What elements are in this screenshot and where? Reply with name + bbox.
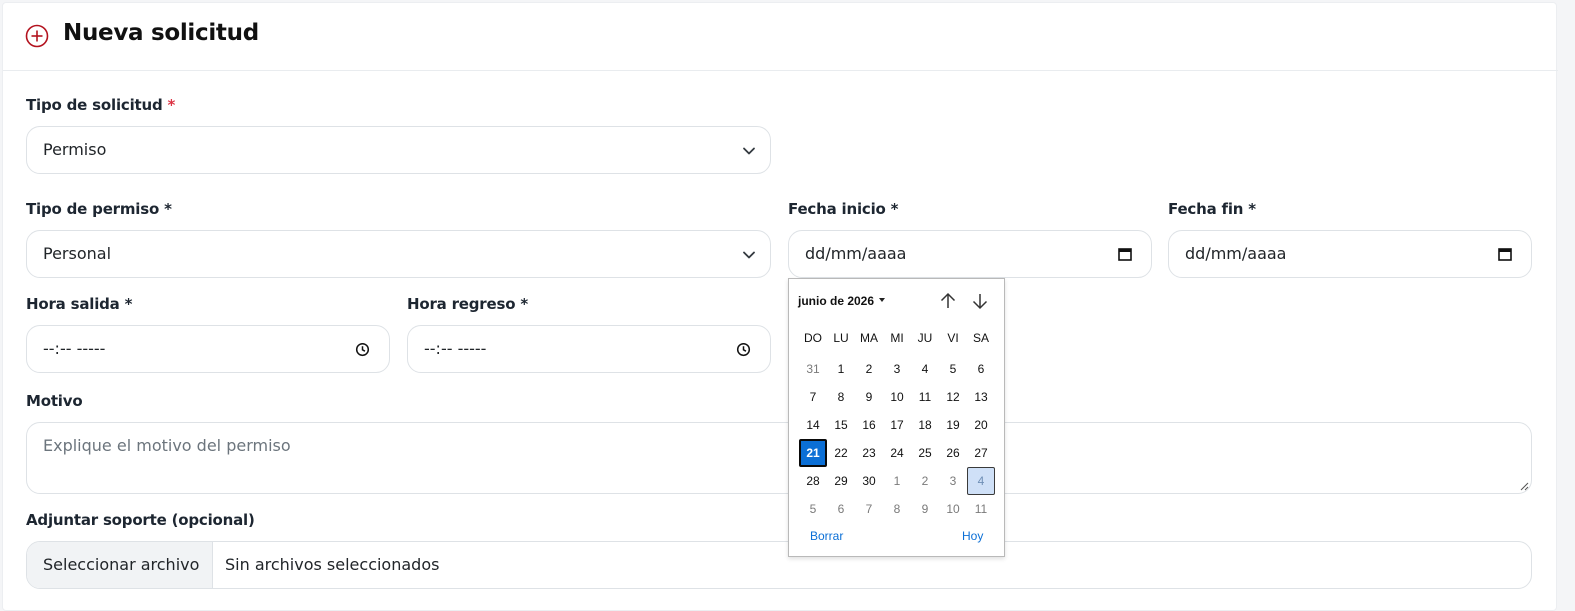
caret-down-icon[interactable] <box>879 298 885 302</box>
clock-icon[interactable] <box>355 342 370 357</box>
day-cell[interactable]: 4 <box>967 467 995 495</box>
day-cell[interactable]: 27 <box>967 439 995 467</box>
resize-handle-icon[interactable] <box>1520 482 1529 491</box>
day-cell[interactable]: 9 <box>855 383 883 411</box>
hora-salida-label: Hora salida * <box>26 295 133 313</box>
fecha-inicio-label: Fecha inicio * <box>788 200 899 218</box>
fecha-fin-input[interactable]: dd/mm/aaaa <box>1168 230 1532 278</box>
select-file-button[interactable]: Seleccionar archivo <box>27 542 213 588</box>
file-status: Sin archivos seleccionados <box>225 555 440 574</box>
datepicker-month-label[interactable]: junio de 2026 <box>798 294 874 308</box>
select-file-button-label: Seleccionar archivo <box>43 555 200 574</box>
tipo-solicitud-value: Permiso <box>43 140 107 159</box>
day-cell[interactable]: 23 <box>855 439 883 467</box>
tipo-solicitud-select[interactable]: Permiso <box>26 126 771 174</box>
day-cell[interactable]: 30 <box>855 467 883 495</box>
fecha-fin-placeholder: dd/mm/aaaa <box>1185 244 1287 263</box>
weekday-header: MA <box>860 331 878 345</box>
day-cell[interactable]: 11 <box>967 495 995 523</box>
weekday-header: DO <box>804 331 822 345</box>
day-cell[interactable]: 6 <box>827 495 855 523</box>
weekday-header: SA <box>972 331 989 345</box>
weekday-header: LU <box>833 331 849 345</box>
day-cell[interactable]: 5 <box>939 355 967 383</box>
day-cell[interactable]: 17 <box>883 411 911 439</box>
day-cell[interactable]: 18 <box>911 411 939 439</box>
arrow-down-icon[interactable] <box>970 291 990 311</box>
day-cell[interactable]: 14 <box>799 411 827 439</box>
day-cell[interactable]: 28 <box>799 467 827 495</box>
chevron-down-icon <box>743 251 755 259</box>
file-input[interactable]: Seleccionar archivo Sin archivos selecci… <box>26 541 1532 589</box>
tipo-permiso-label: Tipo de permiso * <box>26 200 172 218</box>
day-cell[interactable]: 2 <box>855 355 883 383</box>
day-cell[interactable]: 7 <box>855 495 883 523</box>
day-cell[interactable]: 8 <box>827 383 855 411</box>
fecha-inicio-input[interactable]: dd/mm/aaaa <box>788 230 1152 278</box>
arrow-up-icon[interactable] <box>938 291 958 311</box>
day-cell[interactable]: 2 <box>911 467 939 495</box>
adjunto-label: Adjuntar soporte (opcional) <box>26 511 255 529</box>
today-button[interactable]: Hoy <box>962 529 983 543</box>
weekday-header: JU <box>917 331 933 345</box>
motivo-placeholder: Explique el motivo del permiso <box>43 436 291 455</box>
day-cell[interactable]: 3 <box>883 355 911 383</box>
day-cell[interactable]: 31 <box>799 355 827 383</box>
day-cell[interactable]: 5 <box>799 495 827 523</box>
motivo-label: Motivo <box>26 392 83 410</box>
page-title: Nueva solicitud <box>63 20 259 46</box>
day-cell[interactable]: 7 <box>799 383 827 411</box>
day-cell[interactable]: 6 <box>967 355 995 383</box>
day-cell[interactable]: 25 <box>911 439 939 467</box>
day-cell[interactable]: 29 <box>827 467 855 495</box>
calendar-icon[interactable] <box>1497 246 1513 262</box>
day-cell[interactable]: 13 <box>967 383 995 411</box>
day-cell[interactable]: 8 <box>883 495 911 523</box>
hora-salida-input[interactable]: --:-- ----- <box>26 325 390 373</box>
hora-regreso-label: Hora regreso * <box>407 295 528 313</box>
card-header: Nueva solicitud <box>3 3 1558 71</box>
day-cell[interactable]: 16 <box>855 411 883 439</box>
plus-circle-icon <box>25 24 49 48</box>
weekday-header: MI <box>890 331 904 345</box>
day-cell[interactable]: 20 <box>967 411 995 439</box>
tipo-solicitud-label-text: Tipo de solicitud <box>26 96 163 114</box>
fecha-fin-label: Fecha fin * <box>1168 200 1256 218</box>
clock-icon[interactable] <box>736 342 751 357</box>
hora-regreso-input[interactable]: --:-- ----- <box>407 325 771 373</box>
day-cell[interactable]: 1 <box>827 355 855 383</box>
day-cell[interactable]: 10 <box>883 383 911 411</box>
day-cell[interactable]: 1 <box>883 467 911 495</box>
day-cell[interactable]: 19 <box>939 411 967 439</box>
day-cell-selected[interactable]: 21 <box>799 439 827 467</box>
hora-regreso-placeholder: --:-- ----- <box>424 339 487 358</box>
tipo-permiso-select[interactable]: Personal <box>26 230 771 278</box>
calendar-icon[interactable] <box>1117 246 1133 262</box>
clear-button[interactable]: Borrar <box>810 529 843 543</box>
day-cell[interactable]: 4 <box>911 355 939 383</box>
day-cell[interactable]: 15 <box>827 411 855 439</box>
tipo-solicitud-label: Tipo de solicitud * <box>26 96 175 114</box>
day-cell[interactable]: 11 <box>911 383 939 411</box>
fecha-inicio-placeholder: dd/mm/aaaa <box>805 244 907 263</box>
required-mark: * <box>167 96 176 114</box>
day-cell[interactable]: 12 <box>939 383 967 411</box>
day-cell[interactable]: 10 <box>939 495 967 523</box>
datepicker-popup: junio de 2026 DO LU MA MI JU VI SA 31 1 2 3 4 5 6 7 8 9 1… <box>788 278 1005 557</box>
day-cell[interactable]: 3 <box>939 467 967 495</box>
chevron-down-icon <box>743 147 755 155</box>
day-cell[interactable]: 24 <box>883 439 911 467</box>
motivo-textarea[interactable]: Explique el motivo del permiso <box>26 422 1532 494</box>
day-cell[interactable]: 22 <box>827 439 855 467</box>
day-cell[interactable]: 9 <box>911 495 939 523</box>
tipo-permiso-value: Personal <box>43 244 112 263</box>
hora-salida-placeholder: --:-- ----- <box>43 339 106 358</box>
day-cell[interactable]: 26 <box>939 439 967 467</box>
weekday-header: VI <box>947 331 959 345</box>
